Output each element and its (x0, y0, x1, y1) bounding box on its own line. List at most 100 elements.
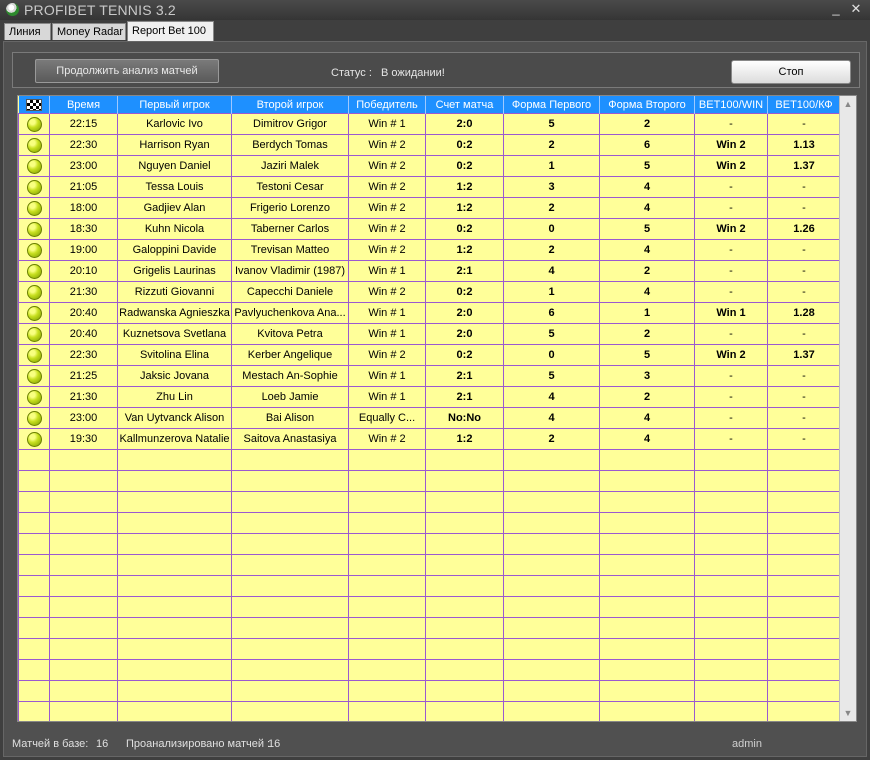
tab-report-bet-100[interactable]: Report Bet 100 (127, 21, 214, 41)
scroll-down-icon[interactable]: ▼ (840, 705, 856, 721)
cell-winner: Win # 2 (348, 281, 426, 303)
row-icon-cell (18, 407, 50, 429)
cell-form-second: 5 (599, 155, 695, 177)
tab-money-radar[interactable]: Money Radar (52, 23, 126, 40)
table-row[interactable]: 21:30 Rizzuti Giovanni Capecchi Daniele Win… (18, 281, 841, 303)
empty-cell (767, 512, 841, 534)
cell-form-second: 1 (599, 302, 695, 324)
scroll-up-icon[interactable]: ▲ (840, 96, 856, 112)
close-button[interactable]: ✕ (848, 1, 864, 17)
tennis-ball-icon (26, 326, 42, 342)
header-form-first[interactable]: Форма Первого (503, 96, 600, 114)
table-header-row: Время Первый игрок Второй игрок Победите… (18, 96, 841, 114)
header-second-player[interactable]: Второй игрок (231, 96, 349, 114)
empty-cell (18, 575, 50, 597)
cell-form-second: 4 (599, 407, 695, 429)
cell-form-second: 4 (599, 428, 695, 450)
table-row[interactable]: 18:00 Gadjiev Alan Frigerio Lorenzo Win # 2… (18, 197, 841, 219)
table-row[interactable]: 20:10 Grigelis Laurinas Ivanov Vladimir (1… (18, 260, 841, 282)
empty-cell (49, 701, 118, 721)
continue-analysis-button[interactable]: Продолжить анализ матчей (35, 59, 219, 83)
tennis-ball-icon (26, 347, 42, 363)
cell-winner: Win # 1 (348, 302, 426, 324)
empty-cell (503, 491, 600, 513)
empty-cell (49, 575, 118, 597)
cell-first-player: Kuhn Nicola (117, 218, 232, 240)
empty-cell (18, 680, 50, 702)
empty-cell (231, 575, 349, 597)
empty-cell (117, 533, 232, 555)
empty-cell (767, 638, 841, 660)
cell-bet100-win: Win 1 (694, 302, 768, 324)
matches-in-db-value: 16 (96, 738, 109, 750)
table-row[interactable]: 23:00 Nguyen Daniel Jaziri Malek Win # 2 0:2… (18, 155, 841, 177)
cell-score: 1:2 (425, 197, 504, 219)
empty-cell (348, 470, 426, 492)
cell-winner: Win # 2 (348, 176, 426, 198)
empty-cell (348, 680, 426, 702)
row-icon-cell (18, 302, 50, 324)
empty-cell (599, 638, 695, 660)
empty-cell (348, 659, 426, 681)
table-row[interactable]: 19:00 Galoppini Davide Trevisan Matteo Win … (18, 239, 841, 261)
minimize-button[interactable]: _ (828, 1, 844, 17)
table-row[interactable]: 21:05 Tessa Louis Testoni Cesar Win # 2 1:2 3… (18, 176, 841, 198)
analyzed-label: Проанализировано матчей : (126, 738, 271, 750)
empty-row (18, 491, 841, 513)
empty-cell (49, 512, 118, 534)
tennis-ball-icon (26, 200, 42, 216)
tab-liniya[interactable]: Линия (4, 23, 51, 40)
table-row[interactable]: 19:30 Kallmunzerova Natalie Saitova Anasta… (18, 428, 841, 450)
header-winner[interactable]: Победитель (348, 96, 426, 114)
cell-first-player: Zhu Lin (117, 386, 232, 408)
table-row[interactable]: 22:15 Karlovic Ivo Dimitrov Grigor Win # 12… (18, 113, 841, 135)
empty-cell (348, 575, 426, 597)
vertical-scrollbar[interactable]: ▲ ▼ (839, 96, 856, 721)
cell-bet100-kf: - (767, 197, 841, 219)
cell-first-player: Nguyen Daniel (117, 155, 232, 177)
header-time[interactable]: Время (49, 96, 118, 114)
table-row[interactable]: 20:40 Kuznetsova Svetlana Kvitova Petra Win… (18, 323, 841, 345)
table-row[interactable]: 21:30 Zhu Lin Loeb Jamie Win # 1 2:1 4 2- - (18, 386, 841, 408)
header-bet100-win[interactable]: BET100/WIN (694, 96, 768, 114)
window-title: PROFIBET TENNIS 3.2 (24, 2, 176, 18)
cell-form-first: 4 (503, 407, 600, 429)
cell-form-first: 2 (503, 134, 600, 156)
table-row[interactable]: 22:30 Harrison Ryan Berdych Tomas Win # 2 0:… (18, 134, 841, 156)
cell-bet100-kf: - (767, 428, 841, 450)
cell-bet100-kf: 1.37 (767, 344, 841, 366)
cell-time: 22:30 (49, 134, 118, 156)
empty-cell (694, 470, 768, 492)
header-flag[interactable] (18, 96, 50, 114)
stop-button[interactable]: Стоп (731, 60, 851, 84)
table-row[interactable]: 21:25 Jaksic Jovana Mestach An-Sophie Win #… (18, 365, 841, 387)
cell-winner: Win # 2 (348, 428, 426, 450)
cell-second-player: Frigerio Lorenzo (231, 197, 349, 219)
table-row[interactable]: 22:30 Svitolina Elina Kerber Angelique Win … (18, 344, 841, 366)
table-row[interactable]: 20:40 Radwanska Agnieszka Pavlyuchenkova A… (18, 302, 841, 324)
header-bet100-kf[interactable]: BET100/КФ (767, 96, 841, 114)
empty-cell (348, 512, 426, 534)
header-first-player[interactable]: Первый игрок (117, 96, 232, 114)
cell-second-player: Taberner Carlos (231, 218, 349, 240)
cell-form-first: 4 (503, 260, 600, 282)
empty-row (18, 617, 841, 639)
row-icon-cell (18, 365, 50, 387)
cell-score: 0:2 (425, 281, 504, 303)
empty-cell (425, 659, 504, 681)
cell-bet100-kf: 1.28 (767, 302, 841, 324)
cell-form-first: 0 (503, 218, 600, 240)
empty-cell (425, 554, 504, 576)
cell-form-first: 1 (503, 155, 600, 177)
row-icon-cell (18, 323, 50, 345)
table-row[interactable]: 18:30 Kuhn Nicola Taberner Carlos Win # 2 0:… (18, 218, 841, 240)
table-row[interactable]: 23:00 Van Uytvanck Alison Bai Alison Equall… (18, 407, 841, 429)
header-score[interactable]: Счет матча (425, 96, 504, 114)
report-grid[interactable]: Время Первый игрок Второй игрок Победите… (17, 95, 857, 722)
cell-winner: Win # 2 (348, 344, 426, 366)
empty-cell (49, 449, 118, 471)
empty-cell (694, 701, 768, 721)
empty-row (18, 449, 841, 471)
header-form-second[interactable]: Форма Второго (599, 96, 695, 114)
cell-first-player: Galoppini Davide (117, 239, 232, 261)
